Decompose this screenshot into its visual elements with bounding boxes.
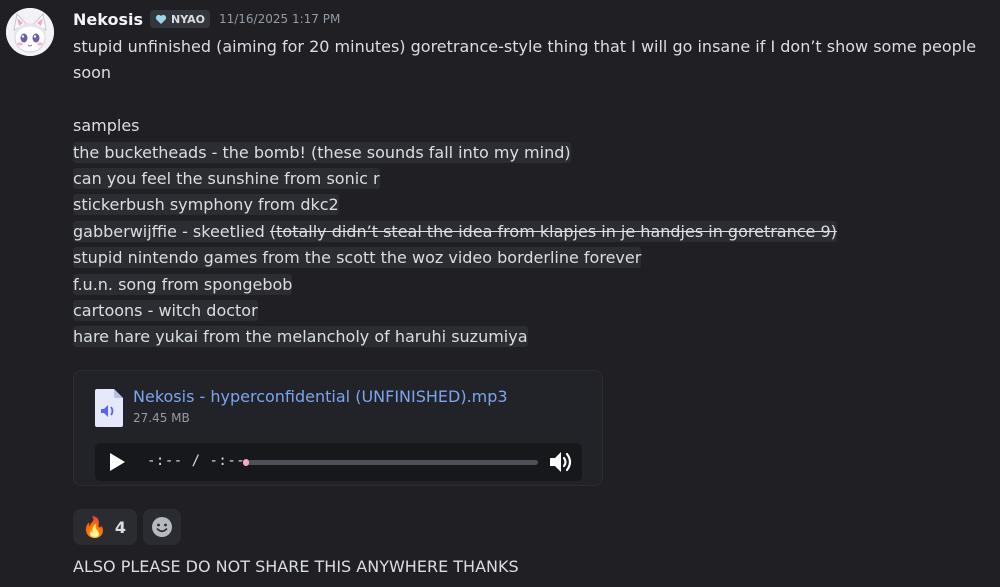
username[interactable]: Nekosis [73, 10, 143, 29]
play-icon[interactable] [104, 450, 128, 474]
timestamp[interactable]: 11/16/2025 1:17 PM [219, 12, 340, 26]
sample-item: f.u.n. song from spongebob [73, 273, 293, 295]
heart-shield-icon [155, 14, 167, 24]
followup-message: ALSO PLEASE DO NOT SHARE THIS ANYWHERE T… [73, 557, 519, 576]
message-line: soon [73, 63, 112, 83]
audio-player: -:-- / -:-- [95, 443, 582, 481]
playback-time: -:-- / -:-- [147, 453, 246, 469]
audio-file-icon [95, 389, 123, 427]
sample-item: can you feel the sunshine from sonic r [73, 167, 380, 189]
fire-icon: 🔥 [82, 515, 107, 539]
sample-item-text: gabberwijffie - skeetlied [73, 221, 265, 241]
sample-item: cartoons - witch doctor [73, 299, 258, 321]
sample-item: the bucketheads - the bomb! (these sound… [73, 141, 571, 163]
progress-bar[interactable] [243, 459, 538, 466]
file-size: 27.45 MB [133, 411, 190, 425]
reaction-fire[interactable]: 🔥 4 [73, 509, 138, 545]
avatar[interactable] [6, 8, 54, 56]
sample-item: stickerbush symphony from dkc2 [73, 194, 339, 216]
reactions-bar: 🔥 4 [73, 509, 182, 545]
smiley-icon [152, 517, 173, 537]
volume-icon[interactable] [547, 449, 573, 475]
file-name-link[interactable]: Nekosis - hyperconfidential (UNFINISHED)… [133, 387, 508, 406]
message-line-blank [73, 87, 997, 113]
add-reaction-button[interactable] [143, 509, 182, 545]
message-line: stupid unfinished (aiming for 20 minutes… [73, 37, 977, 56]
strikethrough-text: (totally didn’t steal the idea from klap… [269, 221, 837, 241]
server-tag-label: NYAO [170, 12, 205, 26]
audio-attachment: Nekosis - hyperconfidential (UNFINISHED)… [73, 370, 603, 486]
sample-item: hare hare yukai from the melancholy of h… [73, 326, 528, 348]
reaction-count: 4 [114, 517, 127, 537]
message-header: Nekosis NYAO 11/16/2025 1:17 PM [73, 7, 340, 31]
message-content: stupid unfinished (aiming for 20 minutes… [73, 34, 997, 351]
server-tag[interactable]: NYAO [149, 10, 210, 28]
sample-item-gabber: gabberwijffie - skeetlied (totally didn’… [73, 220, 837, 242]
progress-handle[interactable] [243, 459, 249, 466]
sample-item: stupid nintendo games from the scott the… [73, 247, 642, 269]
samples-heading: samples [73, 116, 140, 136]
